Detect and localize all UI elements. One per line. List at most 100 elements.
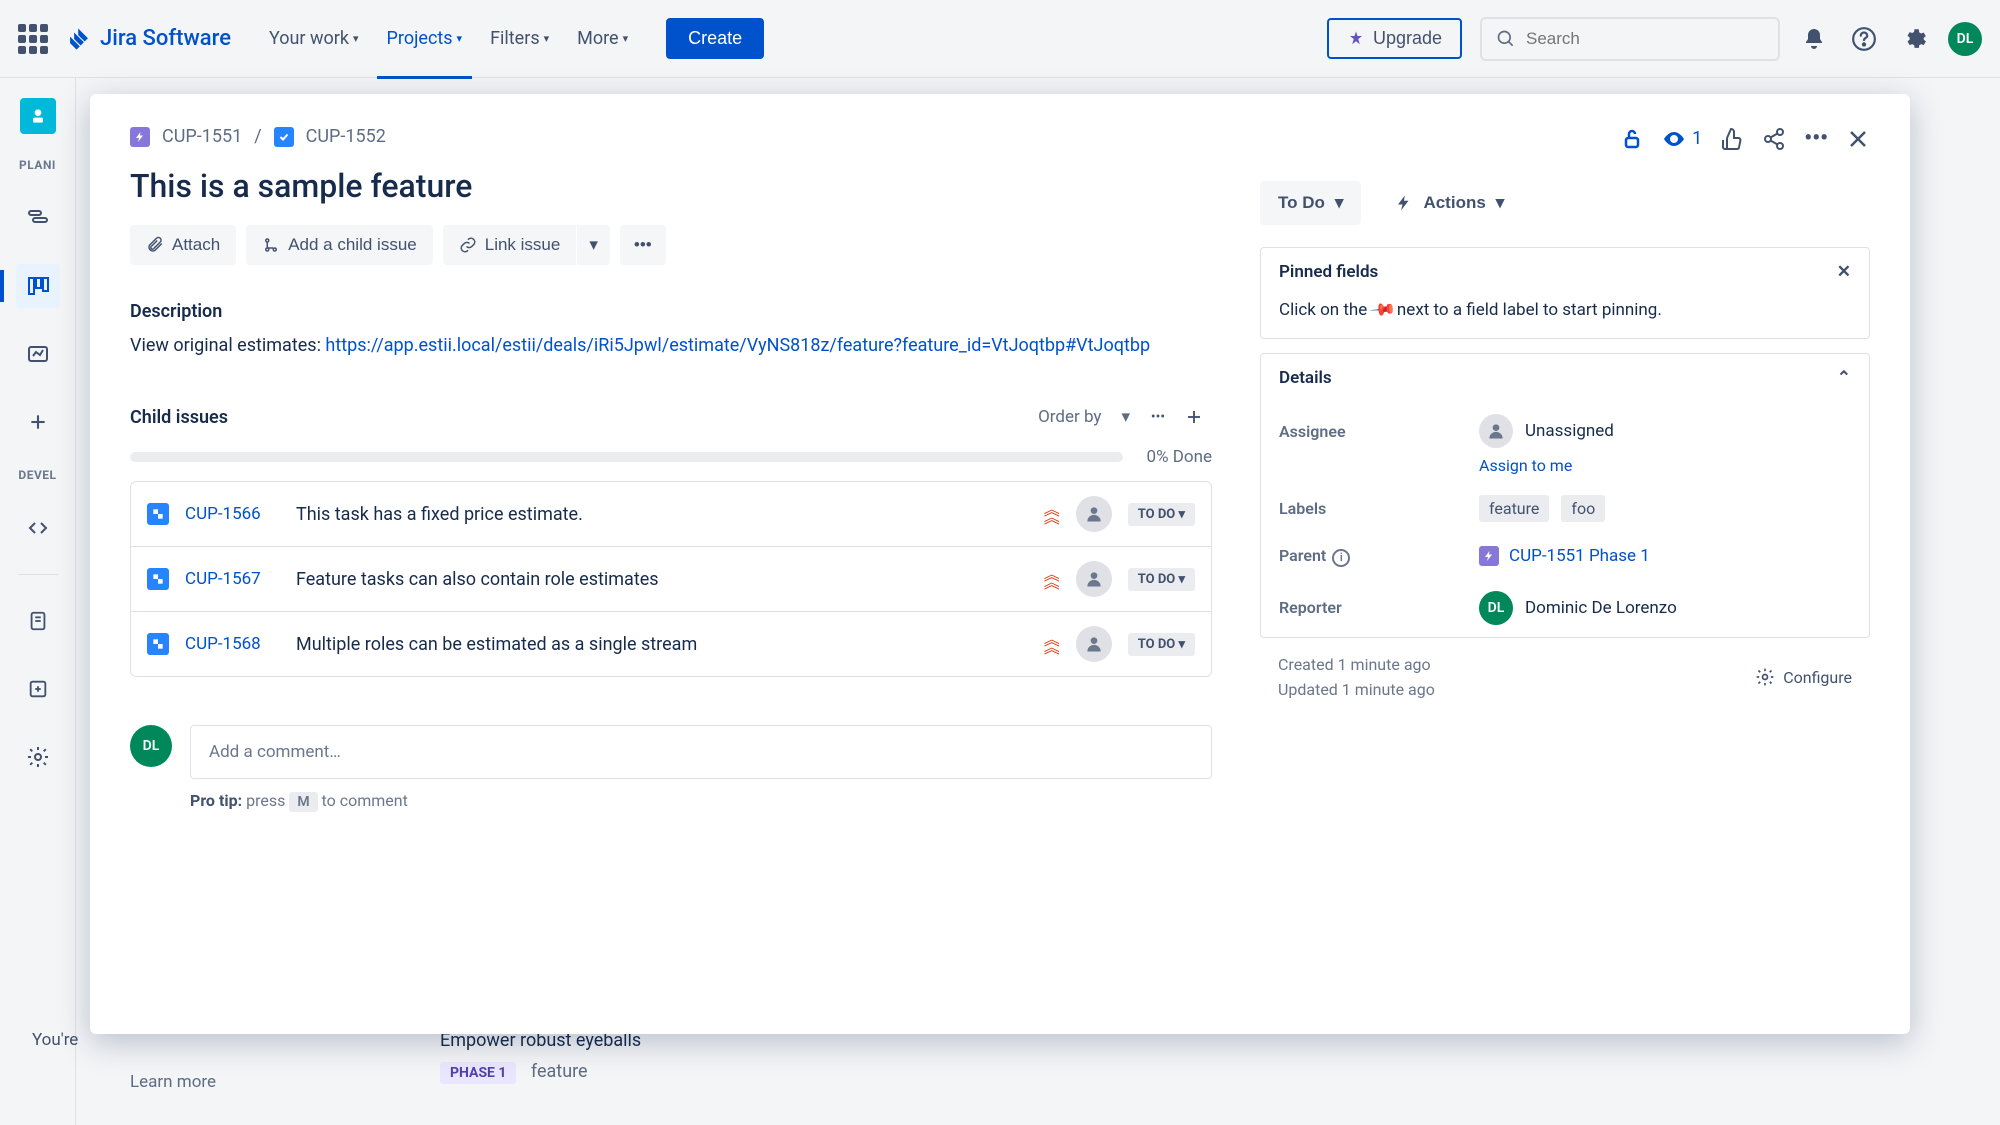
add-shortcut-icon[interactable] <box>16 400 60 444</box>
reporter-value[interactable]: DL Dominic De Lorenzo <box>1479 591 1851 625</box>
child-assignee-avatar[interactable] <box>1076 496 1112 532</box>
reporter-label: Reporter <box>1279 598 1479 617</box>
assignee-value[interactable]: Unassigned <box>1479 414 1851 448</box>
app-switcher-icon[interactable] <box>18 24 48 54</box>
nav-filters[interactable]: Filters▾ <box>480 20 559 57</box>
add-item-icon[interactable] <box>16 667 60 711</box>
link-issue-button[interactable]: Link issue <box>443 225 577 265</box>
like-icon[interactable] <box>1720 127 1744 151</box>
child-status-dropdown[interactable]: TO DO ▾ <box>1128 568 1195 591</box>
updated-time: Updated 1 minute ago <box>1278 677 1435 703</box>
label-chip[interactable]: feature <box>1479 495 1549 522</box>
share-icon[interactable] <box>1762 127 1786 151</box>
child-key[interactable]: CUP-1566 <box>185 504 280 524</box>
child-list: CUP-1566 This task has a fixed price esti… <box>130 481 1212 677</box>
nav-projects[interactable]: Projects▾ <box>377 20 473 57</box>
assignee-label: Assignee <box>1279 422 1479 441</box>
created-time: Created 1 minute ago <box>1278 652 1435 678</box>
labels-value[interactable]: feature foo <box>1479 495 1851 522</box>
breadcrumb-current[interactable]: CUP-1552 <box>306 126 386 147</box>
actions-dropdown[interactable]: Actions▾ <box>1377 181 1522 225</box>
link-issue-dropdown[interactable]: ▾ <box>577 225 610 265</box>
subtask-icon <box>147 503 169 525</box>
bg-card: Empower robust eyeballs PHASE 1 feature <box>440 1030 641 1082</box>
lock-icon[interactable] <box>1620 127 1644 151</box>
search-input[interactable] <box>1526 29 1764 49</box>
pinned-close-icon[interactable]: ✕ <box>1837 262 1851 282</box>
priority-highest-icon: ︽︽ <box>1044 636 1060 652</box>
details-header[interactable]: Details ⌃ <box>1261 354 1869 402</box>
child-summary[interactable]: Multiple roles can be estimated as a sin… <box>296 634 1028 655</box>
child-issue-row[interactable]: CUP-1568 Multiple roles can be estimated … <box>131 612 1211 676</box>
more-actions-button[interactable]: ••• <box>620 225 666 265</box>
bg-text: You're <box>32 1030 78 1050</box>
child-more-icon[interactable]: ••• <box>1140 399 1176 435</box>
details-panel: Details ⌃ Assignee Unassigned Assign to … <box>1260 353 1870 638</box>
reports-icon[interactable] <box>16 332 60 376</box>
child-assignee-avatar[interactable] <box>1076 561 1112 597</box>
progress-bar <box>130 452 1123 462</box>
configure-button[interactable]: Configure <box>1755 667 1852 687</box>
more-icon[interactable]: ••• <box>1804 126 1828 151</box>
nav-your-work[interactable]: Your work▾ <box>259 20 369 57</box>
create-button[interactable]: Create <box>666 18 764 59</box>
parent-link[interactable]: CUP-1551 Phase 1 <box>1479 546 1851 566</box>
project-settings-icon[interactable] <box>16 735 60 779</box>
user-avatar[interactable]: DL <box>1948 22 1982 56</box>
comment-input[interactable]: Add a comment… <box>190 725 1212 779</box>
add-child-icon[interactable] <box>1176 399 1212 435</box>
status-dropdown[interactable]: To Do▾ <box>1260 181 1361 225</box>
add-child-button[interactable]: Add a child issue <box>246 225 433 265</box>
issue-title[interactable]: This is a sample feature <box>130 167 1212 205</box>
unassigned-avatar-icon <box>1479 414 1513 448</box>
order-by-dropdown[interactable]: Order by ▾ <box>1028 401 1140 433</box>
rail-section-planning: PLANI <box>19 158 56 172</box>
child-status-dropdown[interactable]: TO DO ▾ <box>1128 503 1195 526</box>
child-assignee-avatar[interactable] <box>1076 626 1112 662</box>
pinned-hint: Click on the 📌 next to a field label to … <box>1261 296 1869 338</box>
comment-avatar: DL <box>130 725 172 767</box>
board-icon[interactable] <box>16 264 60 308</box>
rail-divider <box>18 574 58 575</box>
close-icon[interactable] <box>1846 127 1870 151</box>
pages-icon[interactable] <box>16 599 60 643</box>
child-summary[interactable]: Feature tasks can also contain role esti… <box>296 569 1028 590</box>
learn-more-link[interactable]: Learn more <box>130 1072 216 1092</box>
settings-icon[interactable] <box>1898 23 1930 55</box>
task-icon <box>274 127 294 147</box>
help-icon[interactable] <box>1848 23 1880 55</box>
label-chip[interactable]: foo <box>1561 495 1605 522</box>
chevron-up-icon: ⌃ <box>1837 368 1851 388</box>
child-issue-row[interactable]: CUP-1567 Feature tasks can also contain r… <box>131 547 1211 612</box>
watch-button[interactable]: 1 <box>1662 127 1702 151</box>
search-box[interactable] <box>1480 17 1780 61</box>
assign-to-me-link[interactable]: Assign to me <box>1479 456 1869 475</box>
rail-section-development: DEVEL <box>18 468 56 482</box>
roadmap-icon[interactable] <box>16 196 60 240</box>
child-key[interactable]: CUP-1567 <box>185 569 280 589</box>
upgrade-button[interactable]: Upgrade <box>1327 18 1462 59</box>
nav-links: Your work▾ Projects▾ Filters▾ More▾ <box>259 20 638 57</box>
code-icon[interactable] <box>16 506 60 550</box>
attach-button[interactable]: Attach <box>130 225 236 265</box>
description[interactable]: View original estimates: https://app.est… <box>130 332 1212 359</box>
project-avatar[interactable] <box>20 98 56 134</box>
parent-label: Parenti <box>1279 546 1479 567</box>
nav-more[interactable]: More▾ <box>567 20 638 57</box>
child-issues-label: Child issues <box>130 407 1028 428</box>
pro-tip: Pro tip: press M to comment <box>190 791 1212 810</box>
notifications-icon[interactable] <box>1798 23 1830 55</box>
child-key[interactable]: CUP-1568 <box>185 634 280 654</box>
child-status-dropdown[interactable]: TO DO ▾ <box>1128 633 1195 656</box>
jira-logo[interactable]: Jira Software <box>66 26 231 52</box>
subtask-icon <box>147 568 169 590</box>
info-icon[interactable]: i <box>1332 549 1350 567</box>
child-issue-row[interactable]: CUP-1566 This task has a fixed price esti… <box>131 482 1211 547</box>
breadcrumb-parent[interactable]: CUP-1551 <box>162 126 242 147</box>
description-label: Description <box>130 301 1212 322</box>
subtask-icon <box>147 633 169 655</box>
logo-text: Jira Software <box>100 26 231 51</box>
epic-icon <box>130 127 150 147</box>
description-link[interactable]: https://app.estii.local/estii/deals/iRi5… <box>325 335 1150 356</box>
child-summary[interactable]: This task has a fixed price estimate. <box>296 504 1028 525</box>
